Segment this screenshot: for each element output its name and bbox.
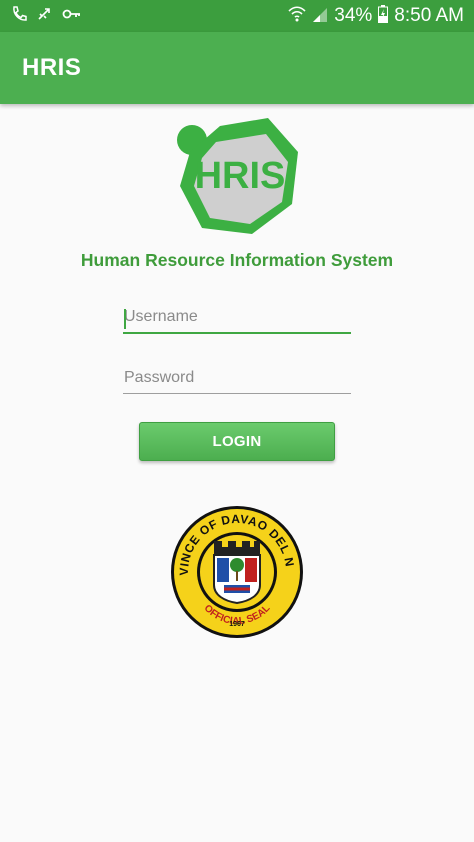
province-seal: PROVINCE OF DAVAO DEL NORTE OFFICIAL SEA… bbox=[165, 494, 304, 639]
hris-logo: HRIS bbox=[172, 116, 302, 236]
key-icon bbox=[62, 5, 82, 28]
wifi-icon bbox=[288, 5, 306, 28]
seal-year: 1967 bbox=[229, 621, 245, 628]
phone-icon bbox=[10, 5, 28, 28]
app-subtitle: Human Resource Information System bbox=[80, 250, 394, 270]
login-button[interactable]: LOGIN bbox=[139, 422, 335, 461]
battery-charging-icon bbox=[378, 4, 389, 28]
logo-text: HRIS bbox=[195, 155, 286, 197]
battery-percent: 34% bbox=[334, 5, 373, 26]
app-bar: HRIS bbox=[0, 32, 474, 104]
usb-icon bbox=[36, 5, 54, 28]
signal-icon bbox=[312, 5, 328, 28]
status-bar: 34% 8:50 AM bbox=[0, 0, 474, 32]
status-bar-left bbox=[10, 5, 82, 28]
status-bar-right: 34% 8:50 AM bbox=[288, 4, 464, 28]
username-input[interactable] bbox=[123, 304, 351, 334]
app-title: HRIS bbox=[22, 54, 82, 81]
password-input[interactable] bbox=[123, 364, 351, 394]
clock: 8:50 AM bbox=[394, 5, 464, 26]
text-cursor bbox=[124, 309, 126, 329]
